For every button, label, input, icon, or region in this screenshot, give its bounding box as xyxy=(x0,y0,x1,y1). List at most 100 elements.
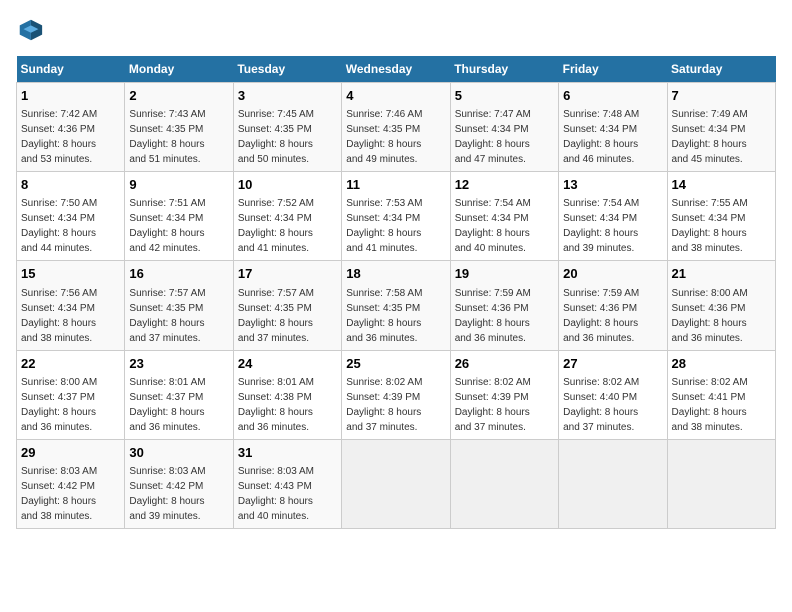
calendar-cell: 8Sunrise: 7:50 AMSunset: 4:34 PMDaylight… xyxy=(17,172,125,261)
day-number: 15 xyxy=(21,265,120,283)
day-number: 24 xyxy=(238,355,337,373)
day-number: 14 xyxy=(672,176,771,194)
day-detail: Sunrise: 7:48 AMSunset: 4:34 PMDaylight:… xyxy=(563,109,639,165)
day-number: 17 xyxy=(238,265,337,283)
day-detail: Sunrise: 8:02 AMSunset: 4:40 PMDaylight:… xyxy=(563,377,639,433)
calendar-cell: 31 Sunrise: 8:03 AMSunset: 4:43 PMDayligh… xyxy=(233,439,341,528)
day-detail: Sunrise: 7:42 AMSunset: 4:36 PMDaylight:… xyxy=(21,109,97,165)
calendar-cell: 6 Sunrise: 7:48 AMSunset: 4:34 PMDaylight… xyxy=(559,83,667,172)
day-detail: Sunrise: 7:51 AMSunset: 4:34 PMDaylight:… xyxy=(129,198,205,254)
day-number: 1 xyxy=(21,87,120,105)
calendar-cell: 12Sunrise: 7:54 AMSunset: 4:34 PMDayligh… xyxy=(450,172,558,261)
day-detail: Sunrise: 7:58 AMSunset: 4:35 PMDaylight:… xyxy=(346,288,422,344)
day-number: 7 xyxy=(672,87,771,105)
day-number: 9 xyxy=(129,176,228,194)
day-detail: Sunrise: 7:53 AMSunset: 4:34 PMDaylight:… xyxy=(346,198,422,254)
logo xyxy=(16,16,48,44)
calendar-cell: 27 Sunrise: 8:02 AMSunset: 4:40 PMDayligh… xyxy=(559,350,667,439)
day-number: 11 xyxy=(346,176,445,194)
day-detail: Sunrise: 8:00 AMSunset: 4:37 PMDaylight:… xyxy=(21,377,97,433)
day-detail: Sunrise: 7:54 AMSunset: 4:34 PMDaylight:… xyxy=(455,198,531,254)
calendar-cell: 30 Sunrise: 8:03 AMSunset: 4:42 PMDayligh… xyxy=(125,439,233,528)
day-header-wednesday: Wednesday xyxy=(342,56,450,83)
day-detail: Sunrise: 7:56 AMSunset: 4:34 PMDaylight:… xyxy=(21,288,97,344)
day-detail: Sunrise: 8:01 AMSunset: 4:37 PMDaylight:… xyxy=(129,377,205,433)
day-detail: Sunrise: 8:01 AMSunset: 4:38 PMDaylight:… xyxy=(238,377,314,433)
day-number: 8 xyxy=(21,176,120,194)
day-number: 5 xyxy=(455,87,554,105)
day-header-thursday: Thursday xyxy=(450,56,558,83)
calendar-cell: 3 Sunrise: 7:45 AMSunset: 4:35 PMDaylight… xyxy=(233,83,341,172)
day-number: 2 xyxy=(129,87,228,105)
page-header xyxy=(16,16,776,44)
day-detail: Sunrise: 7:55 AMSunset: 4:34 PMDaylight:… xyxy=(672,198,748,254)
day-number: 6 xyxy=(563,87,662,105)
calendar-cell: 13 Sunrise: 7:54 AMSunset: 4:34 PMDayligh… xyxy=(559,172,667,261)
calendar-cell: 9 Sunrise: 7:51 AMSunset: 4:34 PMDaylight… xyxy=(125,172,233,261)
calendar-cell: 15 Sunrise: 7:56 AMSunset: 4:34 PMDayligh… xyxy=(17,261,125,350)
calendar-cell xyxy=(559,439,667,528)
calendar-cell: 14 Sunrise: 7:55 AMSunset: 4:34 PMDayligh… xyxy=(667,172,775,261)
day-detail: Sunrise: 8:02 AMSunset: 4:39 PMDaylight:… xyxy=(346,377,422,433)
day-detail: Sunrise: 7:46 AMSunset: 4:35 PMDaylight:… xyxy=(346,109,422,165)
day-header-saturday: Saturday xyxy=(667,56,775,83)
day-header-tuesday: Tuesday xyxy=(233,56,341,83)
day-number: 22 xyxy=(21,355,120,373)
day-detail: Sunrise: 7:59 AMSunset: 4:36 PMDaylight:… xyxy=(563,288,639,344)
day-number: 31 xyxy=(238,444,337,462)
calendar-row: 22 Sunrise: 8:00 AMSunset: 4:37 PMDayligh… xyxy=(17,350,776,439)
day-detail: Sunrise: 7:54 AMSunset: 4:34 PMDaylight:… xyxy=(563,198,639,254)
calendar-cell: 23 Sunrise: 8:01 AMSunset: 4:37 PMDayligh… xyxy=(125,350,233,439)
day-detail: Sunrise: 7:43 AMSunset: 4:35 PMDaylight:… xyxy=(129,109,205,165)
calendar-cell: 1 Sunrise: 7:42 AMSunset: 4:36 PMDaylight… xyxy=(17,83,125,172)
calendar-cell: 17Sunrise: 7:57 AMSunset: 4:35 PMDayligh… xyxy=(233,261,341,350)
day-number: 21 xyxy=(672,265,771,283)
day-detail: Sunrise: 7:57 AMSunset: 4:35 PMDaylight:… xyxy=(129,288,205,344)
calendar-row: 29 Sunrise: 8:03 AMSunset: 4:42 PMDayligh… xyxy=(17,439,776,528)
day-detail: Sunrise: 7:52 AMSunset: 4:34 PMDaylight:… xyxy=(238,198,314,254)
day-header-friday: Friday xyxy=(559,56,667,83)
day-detail: Sunrise: 7:47 AMSunset: 4:34 PMDaylight:… xyxy=(455,109,531,165)
calendar-cell: 28 Sunrise: 8:02 AMSunset: 4:41 PMDayligh… xyxy=(667,350,775,439)
calendar-cell: 25 Sunrise: 8:02 AMSunset: 4:39 PMDayligh… xyxy=(342,350,450,439)
day-detail: Sunrise: 8:02 AMSunset: 4:39 PMDaylight:… xyxy=(455,377,531,433)
day-detail: Sunrise: 8:00 AMSunset: 4:36 PMDaylight:… xyxy=(672,288,748,344)
day-number: 30 xyxy=(129,444,228,462)
day-number: 25 xyxy=(346,355,445,373)
day-detail: Sunrise: 7:59 AMSunset: 4:36 PMDaylight:… xyxy=(455,288,531,344)
calendar-row: 15 Sunrise: 7:56 AMSunset: 4:34 PMDayligh… xyxy=(17,261,776,350)
day-number: 26 xyxy=(455,355,554,373)
calendar-cell xyxy=(450,439,558,528)
day-detail: Sunrise: 8:02 AMSunset: 4:41 PMDaylight:… xyxy=(672,377,748,433)
calendar-cell: 29 Sunrise: 8:03 AMSunset: 4:42 PMDayligh… xyxy=(17,439,125,528)
day-number: 27 xyxy=(563,355,662,373)
day-number: 3 xyxy=(238,87,337,105)
calendar-table: SundayMondayTuesdayWednesdayThursdayFrid… xyxy=(16,56,776,529)
day-number: 4 xyxy=(346,87,445,105)
day-detail: Sunrise: 8:03 AMSunset: 4:43 PMDaylight:… xyxy=(238,466,314,522)
day-number: 13 xyxy=(563,176,662,194)
day-number: 18 xyxy=(346,265,445,283)
day-number: 28 xyxy=(672,355,771,373)
day-number: 20 xyxy=(563,265,662,283)
calendar-cell: 16 Sunrise: 7:57 AMSunset: 4:35 PMDayligh… xyxy=(125,261,233,350)
day-number: 16 xyxy=(129,265,228,283)
day-detail: Sunrise: 8:03 AMSunset: 4:42 PMDaylight:… xyxy=(21,466,97,522)
calendar-cell: 7Sunrise: 7:49 AMSunset: 4:34 PMDaylight… xyxy=(667,83,775,172)
calendar-cell: 10Sunrise: 7:52 AMSunset: 4:34 PMDayligh… xyxy=(233,172,341,261)
day-number: 23 xyxy=(129,355,228,373)
day-header-sunday: Sunday xyxy=(17,56,125,83)
calendar-cell: 22 Sunrise: 8:00 AMSunset: 4:37 PMDayligh… xyxy=(17,350,125,439)
calendar-row: 1 Sunrise: 7:42 AMSunset: 4:36 PMDaylight… xyxy=(17,83,776,172)
calendar-cell: 20 Sunrise: 7:59 AMSunset: 4:36 PMDayligh… xyxy=(559,261,667,350)
calendar-cell: 19 Sunrise: 7:59 AMSunset: 4:36 PMDayligh… xyxy=(450,261,558,350)
day-detail: Sunrise: 8:03 AMSunset: 4:42 PMDaylight:… xyxy=(129,466,205,522)
day-header-monday: Monday xyxy=(125,56,233,83)
day-number: 29 xyxy=(21,444,120,462)
day-number: 19 xyxy=(455,265,554,283)
calendar-cell: 18 Sunrise: 7:58 AMSunset: 4:35 PMDayligh… xyxy=(342,261,450,350)
calendar-cell xyxy=(667,439,775,528)
day-detail: Sunrise: 7:45 AMSunset: 4:35 PMDaylight:… xyxy=(238,109,314,165)
header-row: SundayMondayTuesdayWednesdayThursdayFrid… xyxy=(17,56,776,83)
calendar-row: 8Sunrise: 7:50 AMSunset: 4:34 PMDaylight… xyxy=(17,172,776,261)
